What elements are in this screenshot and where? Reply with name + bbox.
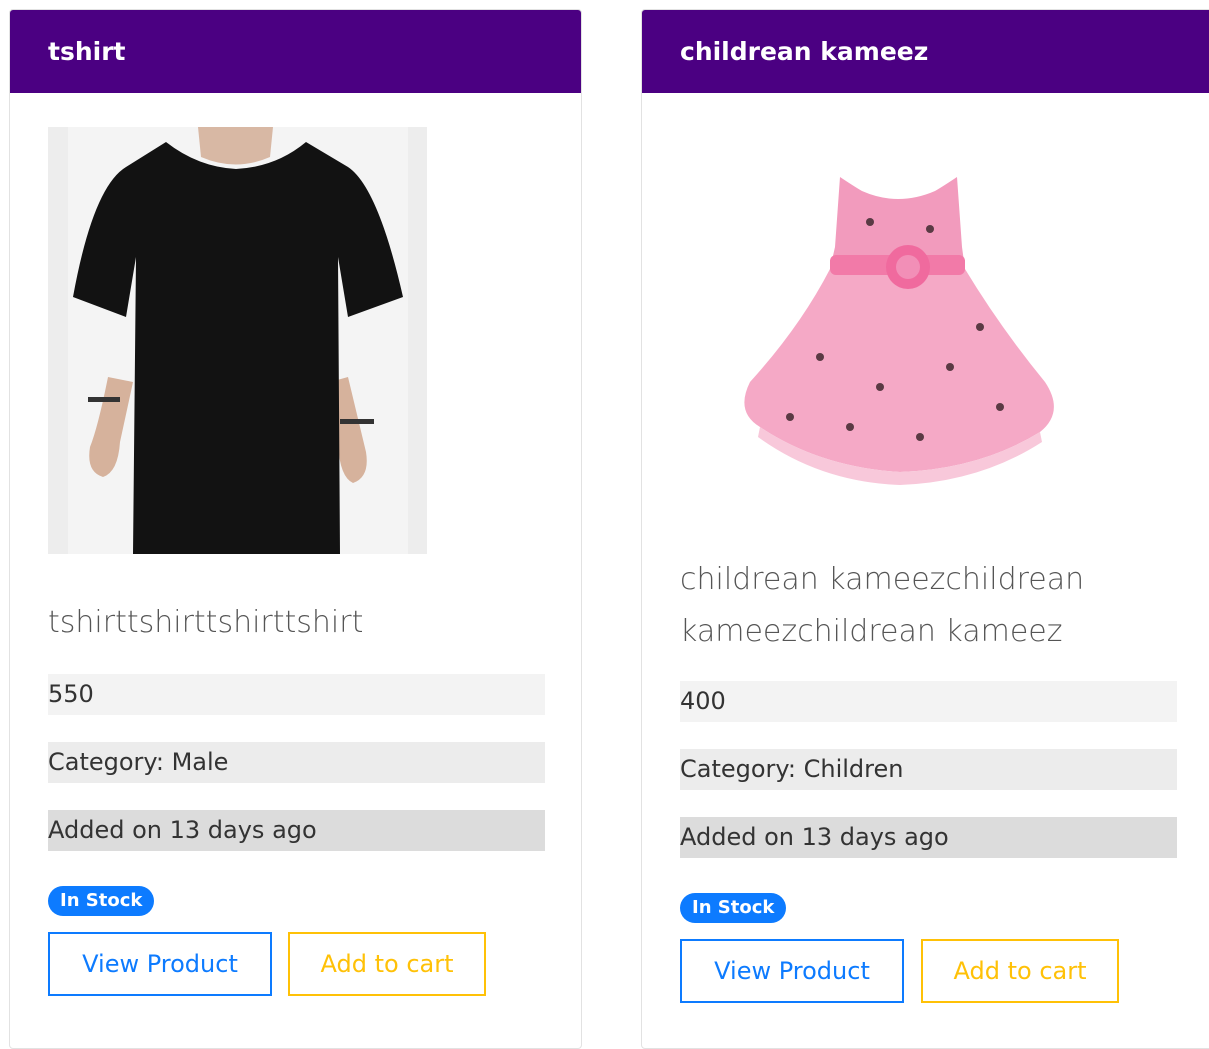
product-category: Category: Male — [48, 742, 545, 783]
product-added-date: Added on 13 days ago — [48, 810, 545, 851]
product-price: 400 — [680, 681, 1177, 722]
tshirt-image — [48, 127, 427, 554]
view-product-button[interactable]: View Product — [48, 932, 272, 996]
product-title: childrean kameez — [642, 10, 1209, 93]
view-product-button[interactable]: View Product — [680, 939, 904, 1003]
product-description: tshirttshirttshirttshirt — [48, 605, 364, 640]
in-stock-badge: In Stock — [48, 886, 155, 916]
add-to-cart-button[interactable]: Add to cart — [288, 932, 486, 996]
product-description: childrean kameezchildrean kameezchildrea… — [680, 562, 1085, 649]
product-category: Category: Children — [680, 749, 1177, 790]
in-stock-badge: In Stock — [680, 893, 787, 923]
product-added-date: Added on 13 days ago — [680, 817, 1177, 858]
product-card: tshirt tshirttshirttshirttshirt 550 Cate… — [9, 9, 582, 1049]
product-price: 550 — [48, 674, 545, 715]
product-card: childrean kameez childrean kameezchildre… — [641, 9, 1209, 1049]
product-title: tshirt — [10, 10, 581, 93]
kameez-dress-image — [680, 127, 1120, 547]
add-to-cart-button[interactable]: Add to cart — [921, 939, 1119, 1003]
